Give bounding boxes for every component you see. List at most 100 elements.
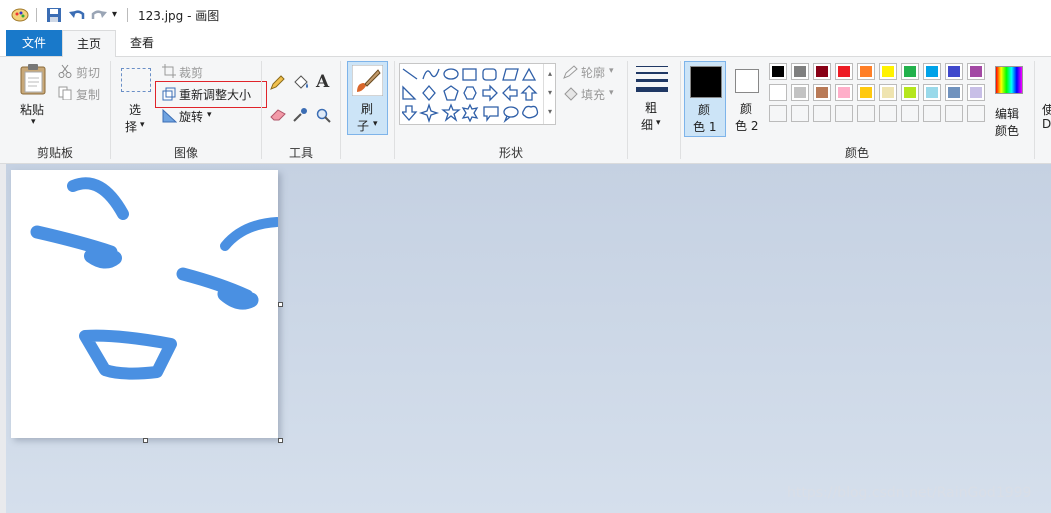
brush-icon bbox=[352, 65, 383, 96]
magnifier-icon[interactable] bbox=[316, 108, 332, 124]
palette-empty-slot[interactable] bbox=[879, 105, 897, 122]
palette-swatch[interactable] bbox=[813, 84, 831, 101]
outline-button[interactable]: 轮廓 bbox=[581, 64, 605, 81]
eraser-icon[interactable] bbox=[269, 108, 287, 122]
stroke-left-eye-blob bbox=[84, 249, 122, 269]
palette-empty-slot[interactable] bbox=[769, 105, 787, 122]
canvas-resize-handle-corner[interactable] bbox=[278, 438, 283, 443]
canvas-drawing bbox=[30, 177, 282, 380]
palette-swatch[interactable] bbox=[769, 84, 787, 101]
color-picker-icon[interactable] bbox=[292, 107, 308, 123]
redo-icon[interactable] bbox=[90, 7, 108, 23]
resize-button[interactable]: 重新调整大小 bbox=[179, 86, 251, 103]
palette-swatch[interactable] bbox=[945, 63, 963, 80]
color1-button[interactable]: 颜 色 1 bbox=[684, 61, 726, 137]
title-divider bbox=[36, 8, 37, 22]
canvas-resize-handle-bottom[interactable] bbox=[143, 438, 148, 443]
select-label-line2[interactable]: 择 bbox=[125, 118, 137, 135]
rotate-dropdown-icon[interactable]: ▾ bbox=[207, 110, 212, 120]
palette-empty-slot[interactable] bbox=[835, 105, 853, 122]
copy-icon[interactable] bbox=[58, 86, 72, 100]
size-line-thick bbox=[636, 79, 668, 82]
cut-button[interactable]: 剪切 bbox=[76, 64, 100, 81]
fill-dropdown-icon[interactable]: ▾ bbox=[609, 88, 614, 98]
paste-button-label[interactable]: 粘贴 bbox=[20, 101, 44, 118]
shapes-gallery-icons[interactable] bbox=[402, 66, 542, 124]
group-label-image: 图像 bbox=[173, 146, 198, 160]
fill-bucket-icon[interactable] bbox=[292, 75, 310, 91]
undo-icon[interactable] bbox=[68, 7, 86, 23]
cutoff-button-label-2[interactable]: D bbox=[1042, 117, 1051, 131]
palette-swatch[interactable] bbox=[857, 84, 875, 101]
fill-icon[interactable] bbox=[563, 87, 580, 101]
palette-empty-slot[interactable] bbox=[923, 105, 941, 122]
palette-empty-slot[interactable] bbox=[813, 105, 831, 122]
palette-swatch[interactable] bbox=[791, 63, 809, 80]
palette-swatch[interactable] bbox=[879, 84, 897, 101]
cutoff-button-label[interactable]: 使 bbox=[1042, 101, 1051, 118]
size-button[interactable]: 粗 细 ▾ bbox=[634, 62, 670, 134]
outline-icon[interactable] bbox=[563, 65, 578, 79]
select-label-line1[interactable]: 选 bbox=[129, 101, 141, 118]
edit-colors-button[interactable]: 编辑 颜色 bbox=[992, 62, 1030, 138]
paint-app-icon[interactable] bbox=[10, 5, 30, 23]
palette-empty-slot[interactable] bbox=[901, 105, 919, 122]
quick-access-dropdown-icon[interactable]: ▾ bbox=[112, 9, 117, 20]
palette-swatch[interactable] bbox=[945, 84, 963, 101]
palette-empty-slot[interactable] bbox=[857, 105, 875, 122]
palette-swatch[interactable] bbox=[857, 63, 875, 80]
rotate-icon[interactable] bbox=[162, 109, 177, 123]
palette-swatch[interactable] bbox=[967, 63, 985, 80]
palette-swatch[interactable] bbox=[769, 63, 787, 80]
color-palette bbox=[769, 63, 991, 127]
color1-swatch bbox=[690, 66, 722, 98]
palette-swatch[interactable] bbox=[879, 63, 897, 80]
copy-button[interactable]: 复制 bbox=[76, 86, 100, 103]
palette-swatch[interactable] bbox=[813, 63, 831, 80]
palette-swatch[interactable] bbox=[835, 84, 853, 101]
size-line-thickest bbox=[636, 87, 668, 92]
palette-empty-slot[interactable] bbox=[967, 105, 985, 122]
color1-label-line2: 色 1 bbox=[693, 120, 717, 134]
palette-swatch[interactable] bbox=[967, 84, 985, 101]
resize-icon[interactable] bbox=[162, 87, 176, 101]
size-label-line1: 粗 bbox=[645, 101, 658, 115]
color2-button[interactable]: 颜 色 2 bbox=[730, 61, 766, 137]
shapes-gallery-scroll[interactable]: ▴ ▾ ▾ bbox=[543, 64, 556, 124]
brushes-dropdown-icon: ▾ bbox=[373, 119, 378, 129]
palette-swatch[interactable] bbox=[791, 84, 809, 101]
paste-icon[interactable] bbox=[19, 63, 49, 95]
stroke-right-brow bbox=[220, 217, 282, 251]
text-tool-icon[interactable]: A bbox=[316, 72, 329, 92]
crop-button[interactable]: 裁剪 bbox=[179, 64, 203, 81]
palette-swatch[interactable] bbox=[901, 84, 919, 101]
color2-label-line2: 色 2 bbox=[735, 119, 759, 133]
drawing-canvas[interactable] bbox=[11, 170, 282, 438]
fill-button[interactable]: 填充 bbox=[581, 86, 605, 103]
canvas-resize-handle-right[interactable] bbox=[278, 302, 283, 307]
title-bar: ▾ 123.jpg - 画图 bbox=[0, 0, 1051, 30]
select-icon[interactable] bbox=[121, 68, 151, 92]
outline-dropdown-icon[interactable]: ▾ bbox=[609, 66, 614, 76]
stroke-right-eye bbox=[176, 267, 254, 303]
palette-empty-slot[interactable] bbox=[791, 105, 809, 122]
paste-dropdown-icon[interactable]: ▾ bbox=[31, 117, 36, 127]
save-icon[interactable] bbox=[46, 7, 62, 23]
color2-label-line1: 颜 bbox=[740, 102, 753, 116]
crop-icon[interactable] bbox=[162, 64, 176, 78]
palette-swatch[interactable] bbox=[923, 63, 941, 80]
palette-empty-slot[interactable] bbox=[945, 105, 963, 122]
brushes-button[interactable]: 刷 子 ▾ bbox=[347, 61, 388, 135]
pencil-icon[interactable] bbox=[269, 75, 285, 91]
color2-swatch bbox=[735, 69, 759, 93]
tab-file[interactable]: 文件 bbox=[6, 30, 62, 56]
group-label-shapes: 形状 bbox=[498, 146, 523, 160]
select-dropdown-icon[interactable]: ▾ bbox=[140, 120, 145, 130]
palette-swatch[interactable] bbox=[901, 63, 919, 80]
rotate-button[interactable]: 旋转 bbox=[179, 108, 203, 125]
cut-icon[interactable] bbox=[58, 64, 72, 78]
tab-home[interactable]: 主页 bbox=[62, 30, 116, 58]
palette-swatch[interactable] bbox=[923, 84, 941, 101]
palette-swatch[interactable] bbox=[835, 63, 853, 80]
tab-view[interactable]: 查看 bbox=[116, 30, 168, 56]
